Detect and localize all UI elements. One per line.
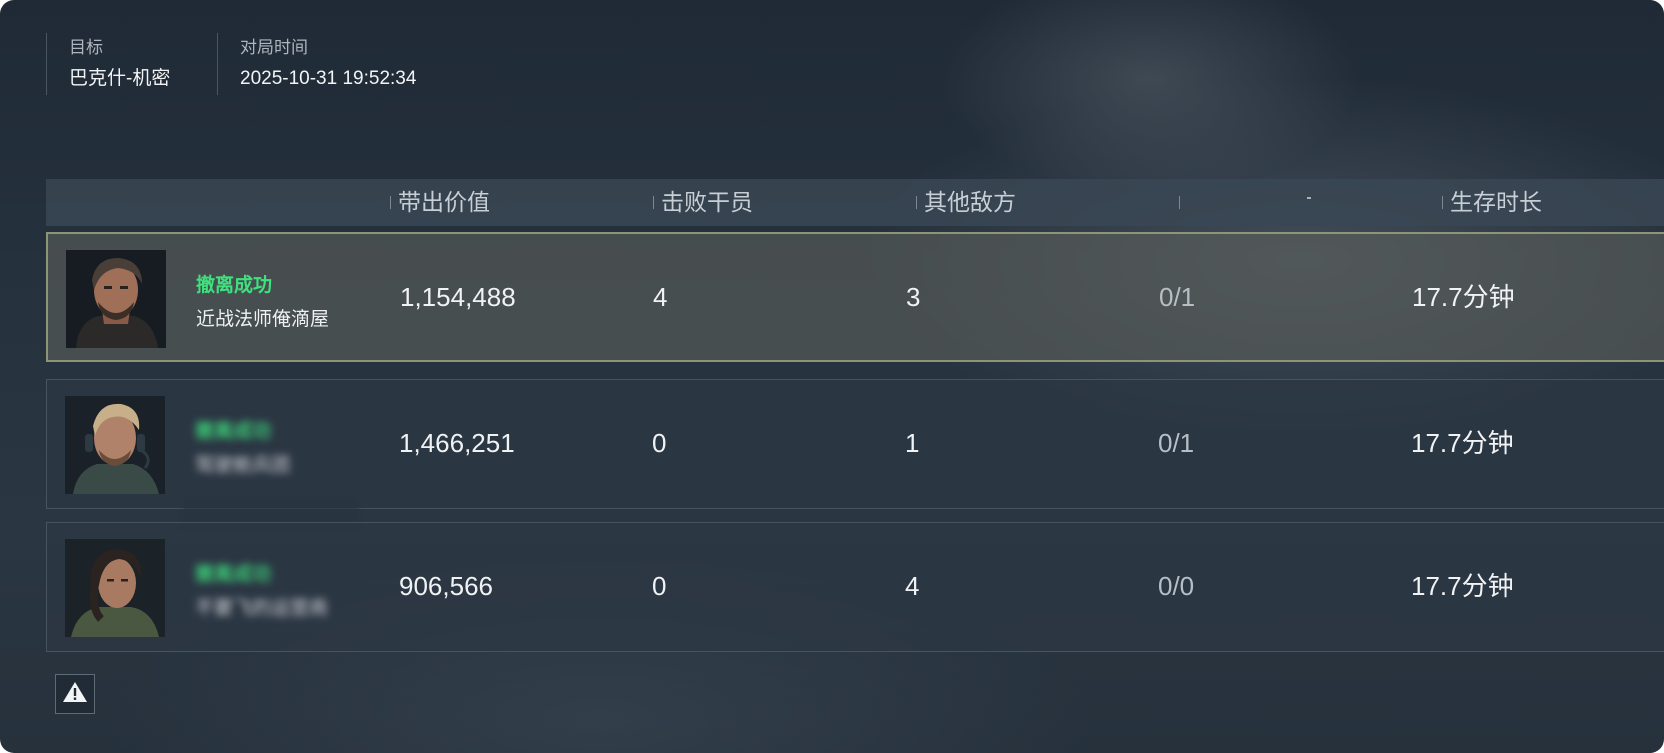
table-row[interactable]: 撤离成功 驾驶舱兵团 1,466,251 0 1 0/1 17.7分钟: [46, 379, 1664, 509]
player-name: 近战法师俺滴屋: [196, 309, 330, 330]
operator-kills: 0: [652, 428, 667, 458]
avatar: [66, 250, 166, 348]
target-value: 巴克什-机密: [69, 68, 171, 89]
match-result-panel: 目标 巴克什-机密 对局时间 2025-10-31 19:52:34 带出价值 …: [0, 0, 1664, 753]
target-label: 目标: [69, 38, 103, 57]
table-header: 带出价值 击败干员 其他敌方 生存时长: [46, 179, 1664, 226]
match-time-info: 对局时间 2025-10-31 19:52:34: [217, 33, 540, 95]
survival-time: 17.7分钟: [1412, 282, 1515, 312]
extraction-status: 撤离成功: [195, 564, 272, 585]
column-header-other-enemies: 其他敌方: [916, 179, 1016, 226]
player-name: 不要飞的运营商: [195, 598, 329, 619]
extract-value: 1,466,251: [399, 428, 515, 458]
match-time-value: 2025-10-31 19:52:34: [240, 68, 417, 89]
extraction-status: 撤离成功: [196, 275, 273, 296]
table-row[interactable]: 撤离成功 不要飞的运营商 906,566 0 4 0/0 17.7分钟: [46, 522, 1664, 652]
avatar: [65, 396, 165, 494]
column-header-survival-time: 生存时长: [1442, 179, 1542, 226]
other-enemies: 1: [905, 428, 920, 458]
player-name: 驾驶舱兵团: [195, 455, 291, 476]
column-header-extract-value: 带出价值: [390, 179, 490, 226]
table-row[interactable]: 撤离成功 近战法师俺滴屋 1,154,488 4 3 0/1 17.7分钟: [46, 232, 1664, 362]
operator-kills: 0: [652, 571, 667, 601]
warning-icon: [62, 680, 88, 709]
other-enemies: 4: [905, 571, 920, 601]
operator-kills: 4: [653, 282, 668, 312]
extraction-status: 撤离成功: [195, 421, 272, 442]
report-button[interactable]: [55, 674, 95, 714]
match-time-label: 对局时间: [240, 38, 308, 57]
target-info: 目标 巴克什-机密: [46, 33, 209, 95]
extract-value: 906,566: [399, 571, 493, 601]
other-enemies: 3: [906, 282, 921, 312]
avatar: [65, 539, 165, 637]
ratio-value: 0/1: [1159, 282, 1196, 312]
column-header-operator-kills: 击败干员: [653, 179, 753, 226]
ratio-value: 0/1: [1158, 428, 1195, 458]
extract-value: 1,154,488: [400, 282, 516, 312]
ratio-value: 0/0: [1158, 571, 1195, 601]
survival-time: 17.7分钟: [1411, 571, 1514, 601]
survival-time: 17.7分钟: [1411, 428, 1514, 458]
